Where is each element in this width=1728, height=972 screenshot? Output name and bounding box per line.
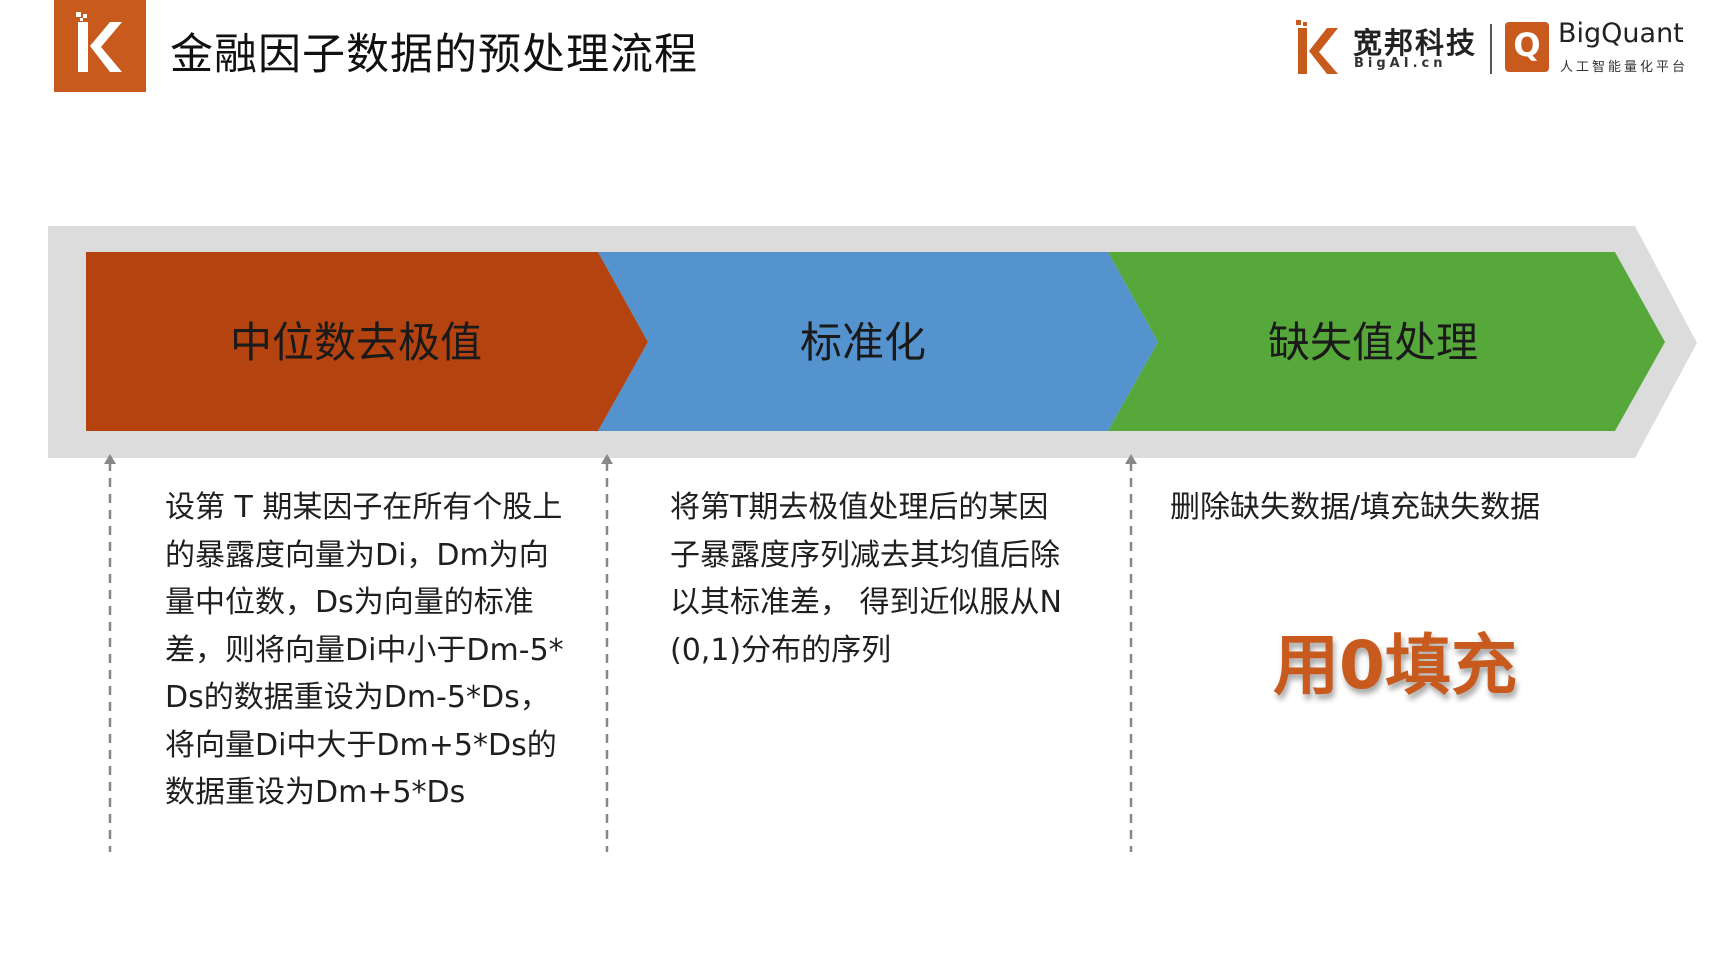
connector-1	[104, 454, 116, 852]
description-standardization: 将第T期去极值处理后的某因子暴露度序列减去其均值后除以其标准差， 得到近似服从N…	[670, 490, 1062, 668]
connector-2	[601, 454, 613, 852]
description-missing-values: 删除缺失数据/填充缺失数据	[1170, 490, 1541, 525]
fill-with-zero-highlight: 用0填充	[1273, 627, 1517, 704]
description-outlier-removal: 设第 T 期某因子在所有个股上的暴露度向量为Di，Dm为向量中位数，Ds为向量的…	[165, 490, 564, 810]
stage-label-missing-values: 缺失值处理	[1267, 318, 1478, 367]
stage-label-standardization: 标准化	[799, 318, 926, 367]
stage-label-outlier-removal: 中位数去极值	[229, 318, 482, 367]
connector-3	[1125, 454, 1137, 852]
